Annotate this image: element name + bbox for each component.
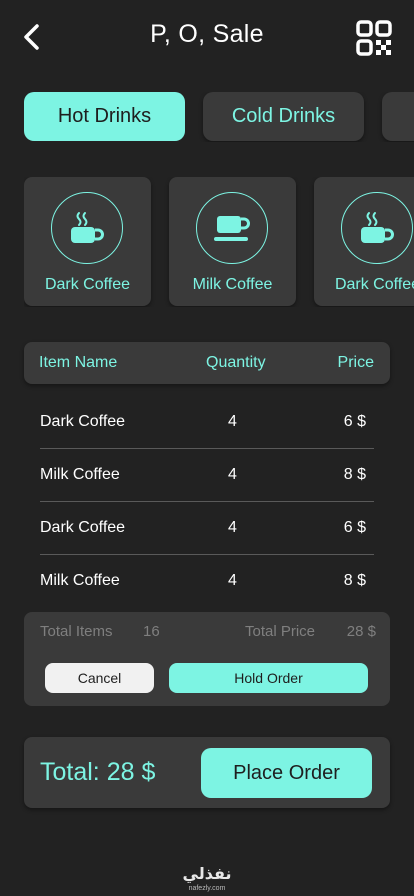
item-name-cell: Milk Coffee [40,572,120,589]
product-grid: Dark Coffee Milk Coffee Dark Coffee [24,177,414,307]
product-name: Dark Coffee [44,276,131,293]
product-icon-circle [341,192,413,264]
quantity-cell: 4 [228,466,237,483]
product-icon-circle [51,192,123,264]
column-header-quantity: Quantity [206,354,266,371]
coffee-cup-saucer-icon [214,216,250,241]
qr-code-icon [356,20,392,56]
product-icon-circle [196,192,268,264]
watermark-logo: نفذلي [182,866,232,883]
total-items-value: 16 [143,623,160,640]
place-order-button-label: Place Order [233,761,340,784]
hold-order-button-label: Hold Order [234,670,303,686]
order-panel: Item Name Quantity Price Dark Coffee 4 6… [24,342,390,706]
table-row[interactable]: Milk Coffee 4 8 $ [40,555,374,608]
quantity-cell: 4 [228,413,237,430]
grand-total: Total: 28 $ [40,758,156,786]
checkout-bar: Total: 28 $ Place Order [24,737,390,808]
order-summary: Total Items 16 Total Price 28 $ Cancel H… [24,612,390,706]
price-cell: 8 $ [343,572,366,589]
order-table-header: Item Name Quantity Price [24,342,390,384]
app-header: P, O, Sale [0,0,414,76]
price-cell: 8 $ [343,466,366,483]
tab-label: Cold Drinks [231,105,336,127]
product-name: Milk Coffee [192,276,273,293]
table-row[interactable]: Dark Coffee 4 6 $ [40,502,374,555]
quantity-cell: 4 [228,572,237,589]
product-name: Dark Coffee [334,276,414,293]
price-cell: 6 $ [343,519,366,536]
category-tabs: Hot Drinks Cold Drinks [24,92,414,142]
table-row[interactable]: Dark Coffee 4 6 $ [40,396,374,449]
column-header-price: Price [337,354,374,371]
price-cell: 6 $ [343,413,366,430]
hold-order-button[interactable]: Hold Order [169,663,368,693]
tab-cold-drinks[interactable]: Cold Drinks [203,92,364,141]
cancel-button-label: Cancel [77,670,122,686]
tab-hot-drinks[interactable]: Hot Drinks [24,92,185,141]
quantity-cell: 4 [228,519,237,536]
page-title: P, O, Sale [150,20,264,48]
watermark: نفذلي nafezly.com [0,866,414,893]
tab-more[interactable] [382,92,414,141]
hot-coffee-mug-icon [71,212,104,243]
item-name-cell: Milk Coffee [40,466,120,483]
cancel-button[interactable]: Cancel [45,663,154,693]
total-price-value: 28 $ [346,623,376,640]
product-card[interactable]: Dark Coffee [24,177,151,306]
total-items-label: Total Items [40,623,113,640]
total-price-label: Total Price [245,623,316,640]
item-name-cell: Dark Coffee [40,413,126,430]
product-card[interactable]: Dark Coffee [314,177,414,306]
item-name-cell: Dark Coffee [40,519,126,536]
hot-coffee-mug-icon [361,212,394,243]
watermark-url: nafezly.com [188,885,226,892]
tab-label: Hot Drinks [57,105,152,127]
product-card[interactable]: Milk Coffee [169,177,296,306]
qr-scan-button[interactable] [356,20,392,56]
column-header-item-name: Item Name [39,354,118,371]
table-row[interactable]: Milk Coffee 4 8 $ [40,449,374,502]
place-order-button[interactable]: Place Order [201,748,372,798]
